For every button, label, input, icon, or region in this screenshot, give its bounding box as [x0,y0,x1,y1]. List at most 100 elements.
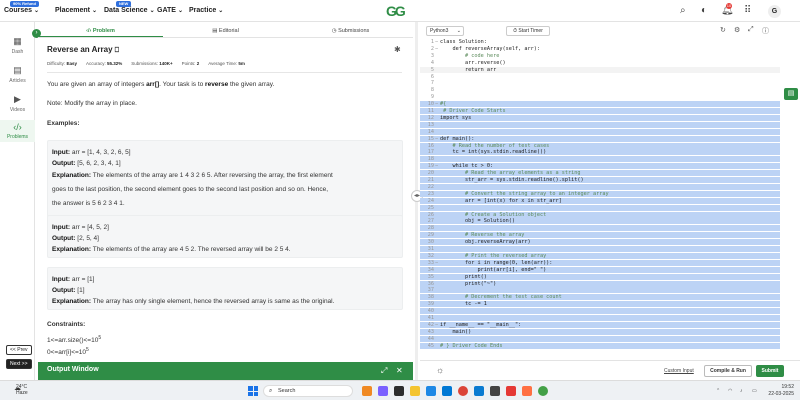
code-line[interactable]: 25 [420,204,780,211]
code-line[interactable]: 13 [420,121,780,128]
code-line[interactable]: 34 print(arr[i], end=" ") [420,266,780,273]
code-line[interactable]: 32 # Print the reversed array [420,252,780,259]
output-window-bar[interactable]: Output Window ⤢ ✕ [38,362,413,380]
code-line[interactable]: 37 [420,287,780,294]
edge-icon[interactable] [426,386,436,396]
tab-editorial[interactable]: ▤ Editorial [163,24,288,37]
store-icon[interactable] [442,386,452,396]
vscode-icon[interactable] [474,386,484,396]
code-line[interactable]: 16 # Read the number of test cases [420,142,780,149]
sidebar-item-problems[interactable]: ‹/› Problems [0,120,35,142]
system-clock[interactable]: 19:52 22-03-2025 [768,384,794,398]
code-line[interactable]: 10− #{ [420,101,780,108]
side-panel-icon[interactable]: ▤ [784,88,798,100]
code-line[interactable]: 17 tc = int(sys.stdin.readline()) [420,149,780,156]
nav-courses[interactable]: Courses ⌄ [4,7,39,14]
sun-icon[interactable]: ☼ [436,365,444,375]
nav-gate[interactable]: GATE ⌄ [157,7,183,14]
avatar[interactable]: G [768,5,781,18]
language-select[interactable]: Python3 ⌄ [426,26,464,36]
code-line[interactable]: 33− for i in range(0, len(arr)): [420,259,780,266]
code-line[interactable]: 9 [420,94,780,100]
code-line[interactable]: 6 [420,74,780,80]
fold-icon[interactable]: − [435,101,438,107]
settings-icon[interactable]: ⚙ [734,26,740,34]
expand-icon[interactable]: ⤢ [381,366,387,376]
tab-problem[interactable]: ‹/› Problem [38,24,163,37]
app-icon[interactable] [362,386,372,396]
submit-button[interactable]: Submit [756,365,784,377]
code-line[interactable]: 4 arr.reverse() [420,60,780,66]
nav-placement[interactable]: Placement ⌄ [55,7,97,14]
battery-icon[interactable]: ▭ [752,388,757,394]
fold-icon[interactable]: − [435,322,438,328]
file-explorer-icon[interactable] [410,386,420,396]
code-line[interactable]: 23 # Convert the string array to an inte… [420,190,780,197]
windows-start-icon[interactable] [248,386,258,396]
code-line[interactable]: 27 obj = Solution() [420,218,780,225]
code-line[interactable]: 26 # Create a Solution object [420,211,780,218]
code-line[interactable]: 2− def reverseArray(self, arr): [420,46,780,52]
code-line[interactable]: 12 import sys [420,114,780,121]
code-line[interactable]: 36 print("~") [420,280,780,287]
code-editor[interactable]: 1− class Solution: 2− def reverseArray(sel… [420,38,780,358]
code-line[interactable]: 22 [420,183,780,190]
volume-icon[interactable]: ♪ [740,388,743,394]
prev-button[interactable]: << Prev [6,345,32,355]
code-line[interactable]: 30 obj.reverseArray(arr) [420,239,780,246]
code-line[interactable]: 1− class Solution: [420,39,780,45]
code-line[interactable]: 28 [420,225,780,232]
reset-icon[interactable]: ↻ [720,26,726,34]
code-line[interactable]: 38 # Decrement the test case count [420,294,780,301]
code-line[interactable]: 15− def main(): [420,135,780,142]
code-line[interactable]: 40 [420,308,780,315]
code-line[interactable]: 41 [420,315,780,322]
chrome-icon[interactable] [458,386,468,396]
info-icon[interactable]: ⓘ [762,26,769,36]
next-button[interactable]: Next >> [6,359,32,369]
chrome-icon[interactable] [538,386,548,396]
more-options-icon[interactable]: ⠿ [744,6,751,16]
terminal-icon[interactable] [490,386,500,396]
code-line[interactable]: 11 # Driver Code Starts [420,108,780,115]
code-line[interactable]: 39 tc -= 1 [420,301,780,308]
fold-icon[interactable]: − [435,46,438,52]
fold-icon[interactable]: − [435,136,438,142]
bug-report-icon[interactable]: ✱ [394,45,401,54]
code-line[interactable]: 43 main() [420,328,780,335]
tab-submissions[interactable]: ◷ Submissions [288,24,413,37]
fold-icon[interactable]: − [435,260,438,266]
theme-toggle-icon[interactable]: ◐ [701,6,707,16]
code-line[interactable]: 3 # code here [420,53,780,59]
fold-icon[interactable]: − [435,163,438,169]
app-icon[interactable] [506,386,516,396]
code-line[interactable]: 7 [420,80,780,86]
fullscreen-icon[interactable]: ⤢ [748,26,754,34]
code-line[interactable]: 35 print() [420,273,780,280]
code-line[interactable]: 19− while tc > 0: [420,163,780,170]
teams-icon[interactable] [378,386,388,396]
sidebar-item-videos[interactable]: ▶ Videos [0,94,35,113]
sidebar-item-articles[interactable]: ▤ Articles [0,65,35,84]
close-icon[interactable]: ✕ [396,366,403,375]
code-line[interactable]: 20 # Read the array elements as a string [420,170,780,177]
wifi-icon[interactable]: ◠ [728,388,732,394]
weather-widget[interactable]: ☁ 24°C Haze [8,384,28,396]
code-line[interactable]: 21 str_arr = sys.stdin.readline().split(… [420,177,780,184]
nav-practice[interactable]: Practice ⌄ [189,7,223,14]
code-line[interactable]: 14 [420,128,780,135]
task-view-icon[interactable] [394,386,404,396]
code-line[interactable]: 8 [420,87,780,93]
code-line[interactable]: 5 return arr [420,66,780,73]
code-line[interactable]: 29 # Reverse the array [420,232,780,239]
bookmark-icon[interactable]: ⎕ [115,47,119,54]
code-line[interactable]: 44 [420,335,780,342]
code-line[interactable]: 45 # } Driver Code Ends [420,342,780,349]
fold-icon[interactable]: − [435,39,438,45]
compile-run-button[interactable]: Compile & Run [704,365,752,377]
search-icon[interactable]: ⌕ [680,6,686,16]
nav-data-science[interactable]: Data Science ⌄ [104,7,155,14]
code-line[interactable]: 18 [420,156,780,163]
gfg-logo[interactable]: GG [386,3,414,19]
code-line[interactable]: 24 arr = [int(x) for x in str_arr] [420,197,780,204]
